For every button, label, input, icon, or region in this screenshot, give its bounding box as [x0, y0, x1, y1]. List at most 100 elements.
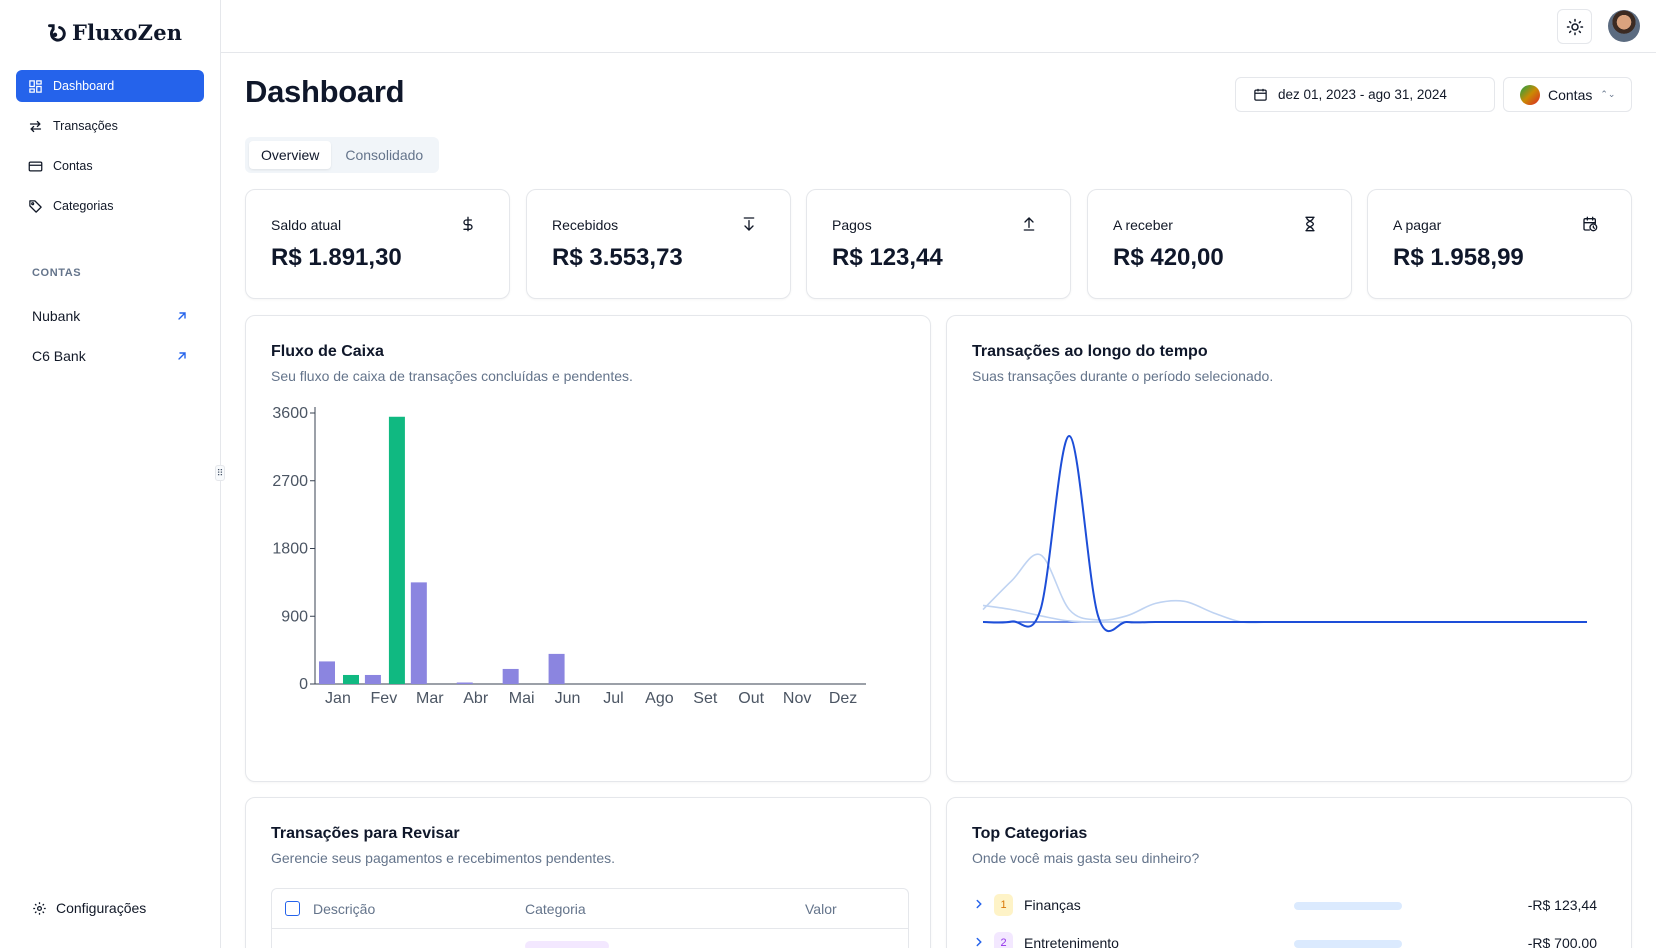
- stat-card-pagos: Pagos R$ 123,44: [806, 189, 1071, 299]
- x-tick-label: Out: [738, 690, 764, 707]
- sidebar-account-c6-bank[interactable]: C6 Bank: [32, 344, 188, 368]
- x-tick-label: Ago: [645, 690, 674, 707]
- hourglass-icon: [1305, 216, 1315, 232]
- theme-toggle-button[interactable]: [1557, 9, 1592, 44]
- stat-label: Recebidos: [552, 217, 619, 233]
- dollar-icon: [463, 216, 473, 232]
- view-tabs: Overview Consolidado: [245, 137, 440, 173]
- accounts-section-label: CONTAS: [32, 267, 82, 279]
- x-tick-label: Jan: [325, 690, 351, 707]
- stat-label: A pagar: [1393, 217, 1442, 233]
- sidebar-nav: Dashboard Transações Contas Categorias: [16, 70, 204, 230]
- sidebar-account-nubank[interactable]: Nubank: [32, 304, 188, 328]
- user-avatar[interactable]: [1608, 10, 1640, 42]
- account-label: C6 Bank: [32, 348, 86, 364]
- bar[interactable]: [343, 674, 359, 684]
- sidebar-item-label: Transações: [53, 119, 118, 133]
- chevron-updown-icon: ⌃⌄: [1600, 89, 1616, 99]
- category-value: -R$ 700,00: [1527, 935, 1597, 948]
- sidebar-item-label: Dashboard: [53, 79, 115, 93]
- series-line[interactable]: [982, 553, 1587, 624]
- tab-overview[interactable]: Overview: [249, 141, 332, 169]
- bar[interactable]: [456, 682, 473, 684]
- review-table: Descrição Categoria Valor: [271, 888, 909, 948]
- arrows-icon: [29, 120, 42, 132]
- sidebar-item-label: Categorias: [53, 199, 114, 213]
- arrow-down-icon: [743, 217, 755, 231]
- x-tick-label: Set: [693, 690, 718, 707]
- timeline-line-chart: [982, 434, 1587, 632]
- tab-consolidado[interactable]: Consolidado: [333, 141, 435, 169]
- category-row[interactable]: 1 Finanças -R$ 123,44: [972, 894, 1597, 916]
- select-all-checkbox[interactable]: [285, 901, 300, 916]
- page-title: Dashboard: [245, 74, 405, 109]
- category-progress-bar: [1294, 940, 1402, 948]
- panel-subtitle: Onde você mais gasta seu dinheiro?: [972, 850, 1200, 866]
- bar[interactable]: [502, 668, 519, 684]
- grip-icon: ⠿: [216, 467, 224, 478]
- timeline-panel: Transações ao longo do tempo Suas transa…: [946, 315, 1632, 782]
- account-label: Nubank: [32, 308, 81, 324]
- date-range-picker[interactable]: dez 01, 2023 - ago 31, 2024: [1235, 77, 1495, 112]
- logo[interactable]: FluxoZen: [44, 20, 182, 45]
- y-tick-label: 2700: [272, 473, 308, 490]
- sun-icon: [1566, 18, 1583, 35]
- stat-label: Pagos: [832, 217, 872, 233]
- panel-subtitle: Gerencie seus pagamentos e recebimentos …: [271, 850, 615, 866]
- settings-label: Configurações: [56, 900, 147, 916]
- settings-link[interactable]: Configurações: [32, 900, 146, 916]
- bar[interactable]: [364, 674, 381, 684]
- bar[interactable]: [548, 653, 565, 684]
- x-tick-label: Dez: [829, 690, 857, 707]
- y-tick-label: 1800: [272, 541, 308, 558]
- arrow-up-right-icon: [178, 352, 186, 360]
- category-pill: [525, 941, 609, 948]
- accounts-select[interactable]: Contas ⌃⌄: [1503, 77, 1632, 112]
- y-tick-label: 0: [299, 676, 308, 693]
- date-range-label: dez 01, 2023 - ago 31, 2024: [1278, 87, 1447, 102]
- stat-label: A receber: [1113, 217, 1173, 233]
- category-name: Entretenimento: [1024, 935, 1119, 948]
- y-tick-label: 900: [281, 608, 308, 625]
- sidebar-resize-handle[interactable]: ⠿: [215, 465, 225, 481]
- bar[interactable]: [319, 661, 335, 684]
- stat-card-a-pagar: A pagar R$ 1.958,99: [1367, 189, 1632, 299]
- chevron-right-icon[interactable]: [972, 935, 986, 948]
- sidebar-item-categorias[interactable]: Categorias: [16, 190, 204, 222]
- accounts-select-label: Contas: [1548, 86, 1593, 103]
- stat-value: R$ 123,44: [832, 244, 943, 271]
- chevron-right-icon[interactable]: [972, 897, 986, 911]
- sidebar-item-contas[interactable]: Contas: [16, 150, 204, 182]
- category-value: -R$ 123,44: [1527, 897, 1597, 913]
- card-icon: [28, 161, 43, 171]
- calendar-clock-icon: [1583, 216, 1598, 232]
- x-tick-label: Jul: [603, 690, 623, 707]
- column-header-valor[interactable]: Valor: [805, 901, 837, 917]
- table-header-row: Descrição Categoria Valor: [272, 889, 908, 929]
- category-progress-bar: [1294, 902, 1402, 910]
- stat-value: R$ 1.958,99: [1393, 244, 1524, 271]
- category-row[interactable]: 2 Entretenimento -R$ 700,00: [972, 932, 1597, 948]
- x-tick-label: Abr: [463, 690, 489, 707]
- series-line[interactable]: [982, 434, 1587, 632]
- bar[interactable]: [410, 582, 427, 684]
- review-panel: Transações para Revisar Gerencie seus pa…: [245, 797, 931, 948]
- x-tick-label: Fev: [371, 690, 398, 707]
- column-header-descricao[interactable]: Descrição: [313, 901, 375, 917]
- sidebar-item-label: Contas: [53, 159, 93, 173]
- column-header-categoria[interactable]: Categoria: [525, 901, 586, 917]
- sidebar-item-dashboard[interactable]: Dashboard: [16, 70, 204, 102]
- x-tick-label: Jun: [555, 690, 581, 707]
- logo-text: FluxoZen: [72, 20, 183, 45]
- cashflow-panel: Fluxo de Caixa Seu fluxo de caixa de tra…: [245, 315, 931, 782]
- panel-title: Top Categorias: [972, 825, 1088, 842]
- gear-icon: [33, 901, 46, 915]
- stat-card-recebidos: Recebidos R$ 3.553,73: [526, 189, 791, 299]
- logo-mark-icon: [48, 23, 66, 42]
- sidebar-item-transacoes[interactable]: Transações: [16, 110, 204, 142]
- stat-label: Saldo atual: [271, 217, 342, 233]
- stat-value: R$ 420,00: [1113, 244, 1224, 271]
- bar[interactable]: [388, 416, 405, 684]
- tag-icon: [29, 199, 42, 213]
- panel-title: Transações para Revisar: [271, 825, 460, 842]
